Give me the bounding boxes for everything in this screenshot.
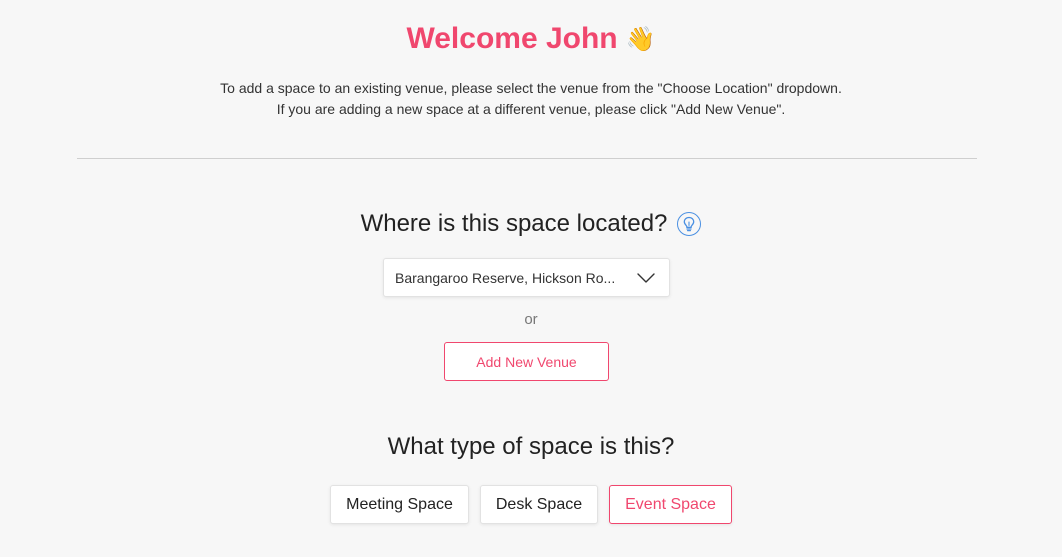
- welcome-heading: Welcome John 👋: [0, 22, 1062, 56]
- location-question: Where is this space located?: [0, 210, 1062, 238]
- location-select-value: Barangaroo Reserve, Hickson Ro...: [395, 269, 616, 286]
- or-separator: or: [524, 311, 538, 328]
- intro-line-1: To add a space to an existing venue, ple…: [220, 80, 842, 96]
- intro-text: To add a space to an existing venue, ple…: [0, 78, 1062, 120]
- add-new-venue-button[interactable]: Add New Venue: [444, 342, 609, 381]
- divider: [77, 158, 977, 159]
- desk-space-button[interactable]: Desk Space: [479, 485, 599, 524]
- chevron-down-icon: [637, 270, 655, 286]
- welcome-text: Welcome John: [406, 22, 618, 55]
- event-space-button[interactable]: Event Space: [609, 485, 732, 524]
- page: Welcome John 👋 To add a space to an exis…: [0, 0, 1062, 557]
- space-type-question: What type of space is this?: [387, 433, 675, 460]
- intro-line-2: If you are adding a new space at a diffe…: [276, 101, 786, 117]
- location-select[interactable]: Barangaroo Reserve, Hickson Ro...: [383, 258, 670, 297]
- lightbulb-icon[interactable]: [677, 212, 702, 236]
- location-question-text: Where is this space located?: [360, 210, 668, 237]
- wave-icon: 👋: [625, 25, 656, 53]
- meeting-space-button[interactable]: Meeting Space: [330, 485, 469, 524]
- space-type-options: Meeting Space Desk Space Event Space: [0, 485, 1062, 524]
